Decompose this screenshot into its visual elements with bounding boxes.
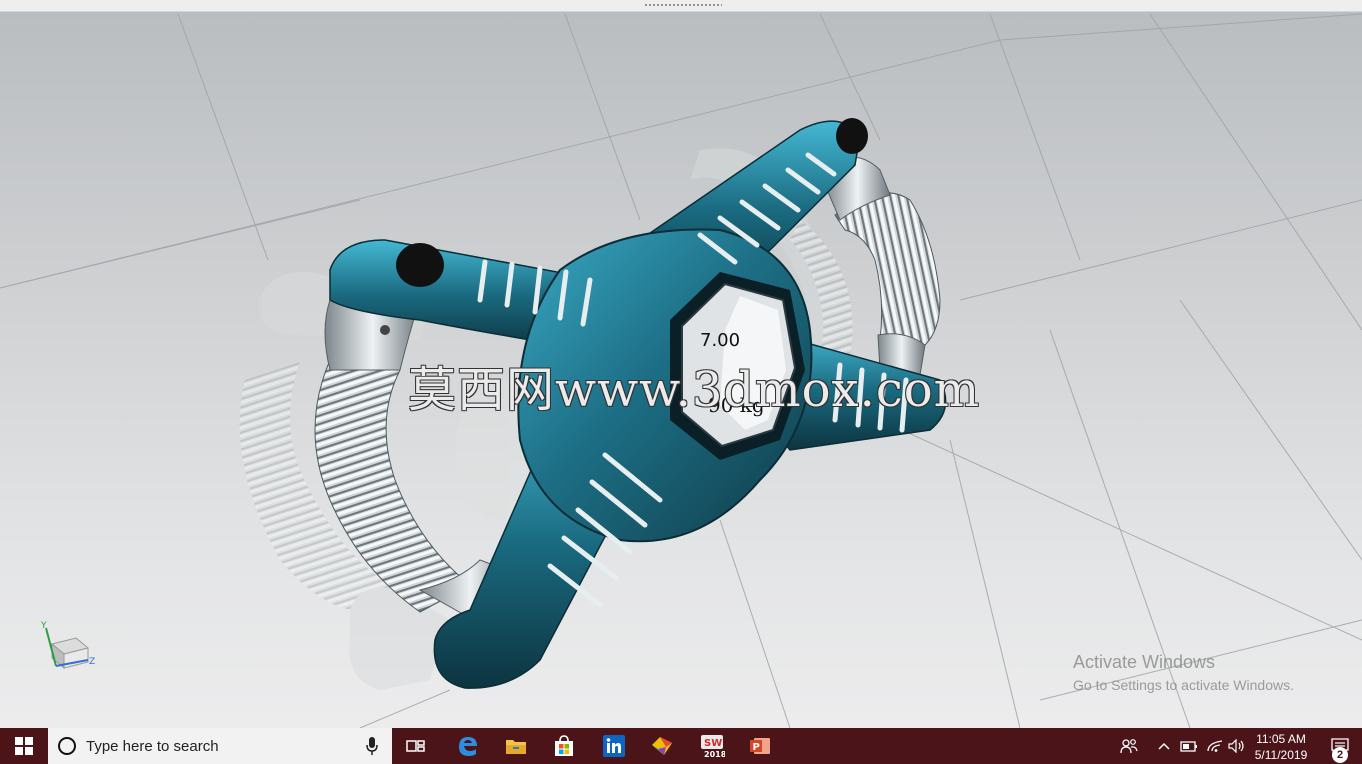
linkedin-icon [603,735,625,757]
solidworks-version: 2018 [704,750,725,759]
network-button[interactable] [1204,728,1226,764]
activation-notice: Activate Windows Go to Settings to activ… [1073,652,1294,693]
taskbar-app-linkedin[interactable] [590,728,638,764]
store-icon [555,735,573,756]
folder-icon [506,740,526,754]
battery-icon [1180,741,1197,752]
cad-viewport[interactable]: 7.00 90 kg 莫西网www.3dmox.com Y Z Activate… [0,0,1362,728]
triad-z-label: Z [89,657,95,667]
start-button[interactable] [0,728,48,764]
taskbar: Type here to search SW 2018 P 11:05 AM 5… [0,728,1362,764]
volume-button[interactable] [1226,728,1248,764]
coordinate-triad[interactable]: Y Z [36,618,100,674]
people-button[interactable] [1116,728,1142,764]
resize-grip-handle[interactable] [644,3,722,7]
task-view-button[interactable] [392,728,440,764]
taskbar-app-powerpoint[interactable]: P [736,728,784,764]
clock-time: 11:05 AM [1256,732,1306,746]
clock-date: 5/11/2019 [1254,748,1308,762]
site-watermark: 莫西网www.3dmox.com [408,362,981,418]
chevron-up-icon [1158,742,1170,750]
taskbar-app-file-explorer[interactable] [492,728,540,764]
wifi-icon [1207,740,1223,752]
notification-badge: 2 [1332,747,1348,763]
system-clock[interactable]: 11:05 AM 5/11/2019 [1246,731,1316,763]
solidworks-icon: SW 2018 [701,735,725,759]
taskbar-app-solidworks[interactable]: SW 2018 [688,728,736,764]
triad-y-label: Y [40,621,47,631]
taskbar-app-edge[interactable] [444,728,492,764]
svg-text:P: P [753,742,760,753]
activation-title: Activate Windows [1073,652,1216,672]
powerpoint-icon: P [750,738,770,754]
taskbar-search-box[interactable]: Type here to search [48,728,392,764]
microphone-icon[interactable] [366,737,378,755]
people-icon [1120,739,1138,754]
display-value-top: 7.00 [700,330,740,351]
task-view-icon [406,740,425,752]
search-placeholder: Type here to search [86,737,219,755]
edge-icon [459,737,477,756]
paint-3d-icon [652,737,672,755]
viewport-top-strip [0,0,1362,12]
battery-button[interactable] [1178,728,1200,764]
activation-subtitle: Go to Settings to activate Windows. [1073,677,1294,693]
svg-text:SW: SW [704,738,722,749]
show-hidden-icons-button[interactable] [1154,728,1174,764]
cortana-icon [58,737,76,755]
taskbar-app-paint-3d[interactable] [638,728,686,764]
taskbar-app-store[interactable] [540,728,588,764]
windows-logo-icon [15,737,33,755]
speaker-icon [1228,739,1244,753]
